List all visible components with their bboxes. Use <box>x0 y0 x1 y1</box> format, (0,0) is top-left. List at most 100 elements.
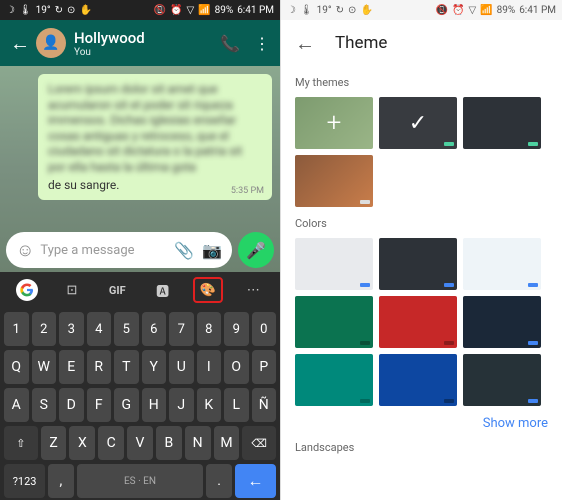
mic-button[interactable]: 🎤 <box>238 232 274 268</box>
status-temp-icon: 🌡 <box>19 5 32 16</box>
key-c[interactable]: C <box>98 426 124 460</box>
status-hand-icon: ✋ <box>79 5 91 16</box>
key-6[interactable]: 6 <box>142 312 167 346</box>
color-tile-4[interactable] <box>379 296 457 348</box>
key-u[interactable]: U <box>169 350 194 384</box>
key-l[interactable]: L <box>224 388 249 422</box>
key-b[interactable]: B <box>156 426 182 460</box>
key-space[interactable]: ES · EN <box>77 464 204 498</box>
key-a[interactable]: A <box>4 388 29 422</box>
section-landscapes-label: Landscapes <box>295 441 548 454</box>
key-o[interactable]: O <box>224 350 249 384</box>
key-v[interactable]: V <box>127 426 153 460</box>
mytheme-tile-0[interactable]: + <box>295 97 373 149</box>
gif-button[interactable]: GIF <box>102 277 132 303</box>
key-8[interactable]: 8 <box>197 312 222 346</box>
key-s[interactable]: S <box>32 388 57 422</box>
input-placeholder[interactable]: Type a message <box>40 243 166 258</box>
key-5[interactable]: 5 <box>114 312 139 346</box>
key-shift[interactable]: ⇧ <box>4 426 38 460</box>
color-tile-2[interactable] <box>463 238 541 290</box>
show-more-link[interactable]: Show more <box>295 416 548 431</box>
status-signal-icon: 📶 <box>198 5 210 16</box>
back-arrow-icon[interactable]: ← <box>295 31 315 56</box>
mytheme-tile-1[interactable]: ✓ <box>379 97 457 149</box>
key-0[interactable]: 0 <box>252 312 277 346</box>
status-time: 6:41 PM <box>237 5 274 16</box>
translate-icon[interactable]: 🅰 <box>148 277 178 303</box>
key-m[interactable]: M <box>214 426 240 460</box>
message-time: 5:35 PM <box>231 186 264 196</box>
theme-title: Theme <box>335 33 387 53</box>
key-z[interactable]: Z <box>41 426 67 460</box>
plus-icon: + <box>327 108 342 138</box>
status-record-icon: ⊙ <box>67 5 75 16</box>
message-input-bar: ☺ Type a message 📎 📷 🎤 <box>0 228 280 272</box>
key-9[interactable]: 9 <box>224 312 249 346</box>
key-p[interactable]: P <box>252 350 277 384</box>
key-n[interactable]: N <box>185 426 211 460</box>
color-tile-5[interactable] <box>463 296 541 348</box>
google-icon[interactable] <box>12 277 42 303</box>
section-mythemes-label: My themes <box>295 76 548 89</box>
camera-icon[interactable]: 📷 <box>202 241 222 260</box>
message-bubble[interactable]: Lorem ipsum dolor sit amet que acumularo… <box>38 74 272 200</box>
key-x[interactable]: X <box>69 426 95 460</box>
key-comma[interactable]: , <box>48 464 73 498</box>
status-bar-right: ☽ 🌡 19° ↻ ⊙ ✋ 📵 ⏰ ▽ 📶 89% 6:41 PM <box>281 0 562 20</box>
status-sync-icon: ↻ <box>55 5 63 16</box>
key-ñ[interactable]: Ñ <box>252 388 277 422</box>
key-e[interactable]: E <box>59 350 84 384</box>
keyboard-more-icon[interactable]: ⋯ <box>238 277 268 303</box>
contact-sub: You <box>74 47 206 58</box>
status-bar-left: ☽ 🌡 19° ↻ ⊙ ✋ 📵 ⏰ ▽ 📶 89% 6:41 PM <box>0 0 280 20</box>
emoji-icon[interactable]: ☺ <box>16 240 34 261</box>
section-colors-label: Colors <box>295 217 548 230</box>
color-tile-6[interactable] <box>295 354 373 406</box>
avatar[interactable]: 👤 <box>36 28 66 58</box>
key-3[interactable]: 3 <box>59 312 84 346</box>
key-y[interactable]: Y <box>142 350 167 384</box>
message-input[interactable]: ☺ Type a message 📎 📷 <box>6 232 232 268</box>
color-tile-1[interactable] <box>379 238 457 290</box>
key-symbols[interactable]: ?123 <box>4 464 45 498</box>
key-backspace[interactable]: ⌫ <box>242 426 276 460</box>
key-g[interactable]: G <box>114 388 139 422</box>
sticker-icon[interactable]: ⊡ <box>57 277 87 303</box>
key-i[interactable]: I <box>197 350 222 384</box>
key-w[interactable]: W <box>32 350 57 384</box>
key-7[interactable]: 7 <box>169 312 194 346</box>
status-alarm-icon: ⏰ <box>452 5 464 16</box>
key-r[interactable]: R <box>87 350 112 384</box>
key-enter[interactable]: ← <box>235 464 276 498</box>
color-tile-3[interactable] <box>295 296 373 348</box>
status-signal-icon: 📶 <box>480 5 492 16</box>
key-h[interactable]: H <box>142 388 167 422</box>
color-tile-7[interactable] <box>379 354 457 406</box>
back-arrow-icon[interactable]: ← <box>10 31 30 56</box>
key-d[interactable]: D <box>59 388 84 422</box>
message-text-blurred: Lorem ipsum dolor sit amet que acumularo… <box>48 82 262 176</box>
more-icon[interactable]: ⋮ <box>254 34 270 53</box>
mytheme-tile-3[interactable] <box>295 155 373 207</box>
key-2[interactable]: 2 <box>32 312 57 346</box>
key-period[interactable]: . <box>206 464 231 498</box>
key-t[interactable]: T <box>114 350 139 384</box>
status-moon-icon: ☽ <box>6 5 15 16</box>
key-1[interactable]: 1 <box>4 312 29 346</box>
key-k[interactable]: K <box>197 388 222 422</box>
status-temp: 19° <box>317 5 332 16</box>
mytheme-tile-2[interactable] <box>463 97 541 149</box>
color-tile-8[interactable] <box>463 354 541 406</box>
key-q[interactable]: Q <box>4 350 29 384</box>
attach-icon[interactable]: 📎 <box>174 241 194 260</box>
key-f[interactable]: F <box>87 388 112 422</box>
palette-icon[interactable]: 🎨 <box>193 277 223 303</box>
color-tile-0[interactable] <box>295 238 373 290</box>
key-4[interactable]: 4 <box>87 312 112 346</box>
status-moon-icon: ☽ <box>287 5 296 16</box>
contact-name[interactable]: Hollywood <box>74 29 206 47</box>
theme-header: ← Theme <box>281 20 562 66</box>
key-j[interactable]: J <box>169 388 194 422</box>
call-icon[interactable]: 📞 <box>220 34 240 53</box>
